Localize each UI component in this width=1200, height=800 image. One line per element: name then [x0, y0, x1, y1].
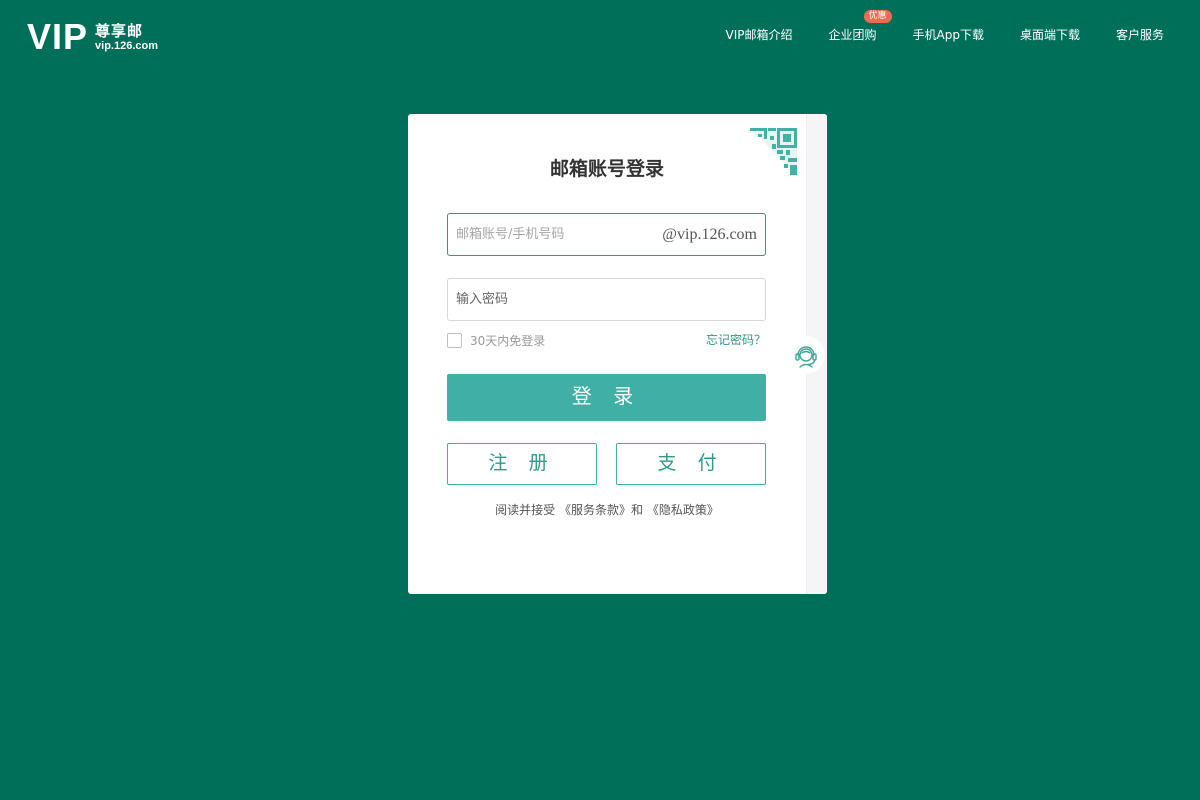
pay-button[interactable]: 支 付 — [616, 443, 766, 485]
logo-domain: vip.126.com — [95, 39, 159, 52]
login-title: 邮箱账号登录 — [549, 158, 664, 180]
remember-login[interactable]: 30天内免登录 — [447, 332, 545, 349]
terms-of-service-link[interactable]: 《服务条款》 — [559, 503, 631, 517]
forgot-password-link[interactable]: 忘记密码？ — [706, 331, 766, 348]
login-card: 邮箱账号登录 @vip.126.com 30天内免登录 忘记密码？ 登 录 注 … — [408, 114, 827, 594]
remember-checkbox[interactable] — [447, 333, 462, 348]
nav-desktop[interactable]: 桌面端下载 — [1020, 27, 1080, 43]
customer-service-icon — [795, 346, 817, 368]
top-nav: VIP邮箱介绍 企业团购 优惠 手机App下载 桌面端下载 客户服务 — [690, 10, 1164, 43]
nav-enterprise-label: 企业团购 — [828, 28, 877, 42]
password-input[interactable] — [448, 279, 765, 320]
promo-badge: 优惠 — [863, 10, 892, 23]
logo-subtitle: 尊享邮 vip.126.com — [95, 22, 158, 53]
customer-service-button[interactable] — [787, 336, 825, 374]
nav-desktop-label: 桌面端下载 — [1019, 28, 1080, 42]
logo-vip-text: VIP — [27, 16, 89, 57]
nav-customer-service[interactable]: 客户服务 — [1116, 27, 1164, 43]
privacy-policy-link[interactable]: 《隐私政策》 — [647, 503, 719, 517]
register-button[interactable]: 注 册 — [447, 443, 597, 485]
terms-and: 和 — [631, 503, 647, 517]
domain-suffix: @vip.126.com — [662, 225, 757, 243]
nav-customer-service-label: 客户服务 — [1115, 28, 1164, 42]
nav-mobile-app-label: 手机App下载 — [912, 28, 984, 42]
terms-notice: 阅读并接受 《服务条款》和 《隐私政策》 — [408, 501, 806, 518]
nav-vip-intro-label: VIP邮箱介绍 — [725, 28, 793, 42]
account-input[interactable] — [448, 214, 663, 255]
nav-mobile-app[interactable]: 手机App下载 — [913, 27, 984, 43]
login-button[interactable]: 登 录 — [447, 374, 766, 421]
terms-prefix: 阅读并接受 — [495, 503, 559, 517]
logo-name: 尊享邮 — [95, 21, 144, 40]
remember-label: 30天内免登录 — [470, 334, 546, 348]
nav-vip-intro[interactable]: VIP邮箱介绍 — [726, 27, 793, 43]
account-field: @vip.126.com — [447, 213, 766, 256]
password-field — [447, 278, 766, 321]
logo[interactable]: VIP 尊享邮 vip.126.com — [27, 19, 158, 55]
nav-enterprise[interactable]: 企业团购 优惠 — [828, 10, 892, 43]
